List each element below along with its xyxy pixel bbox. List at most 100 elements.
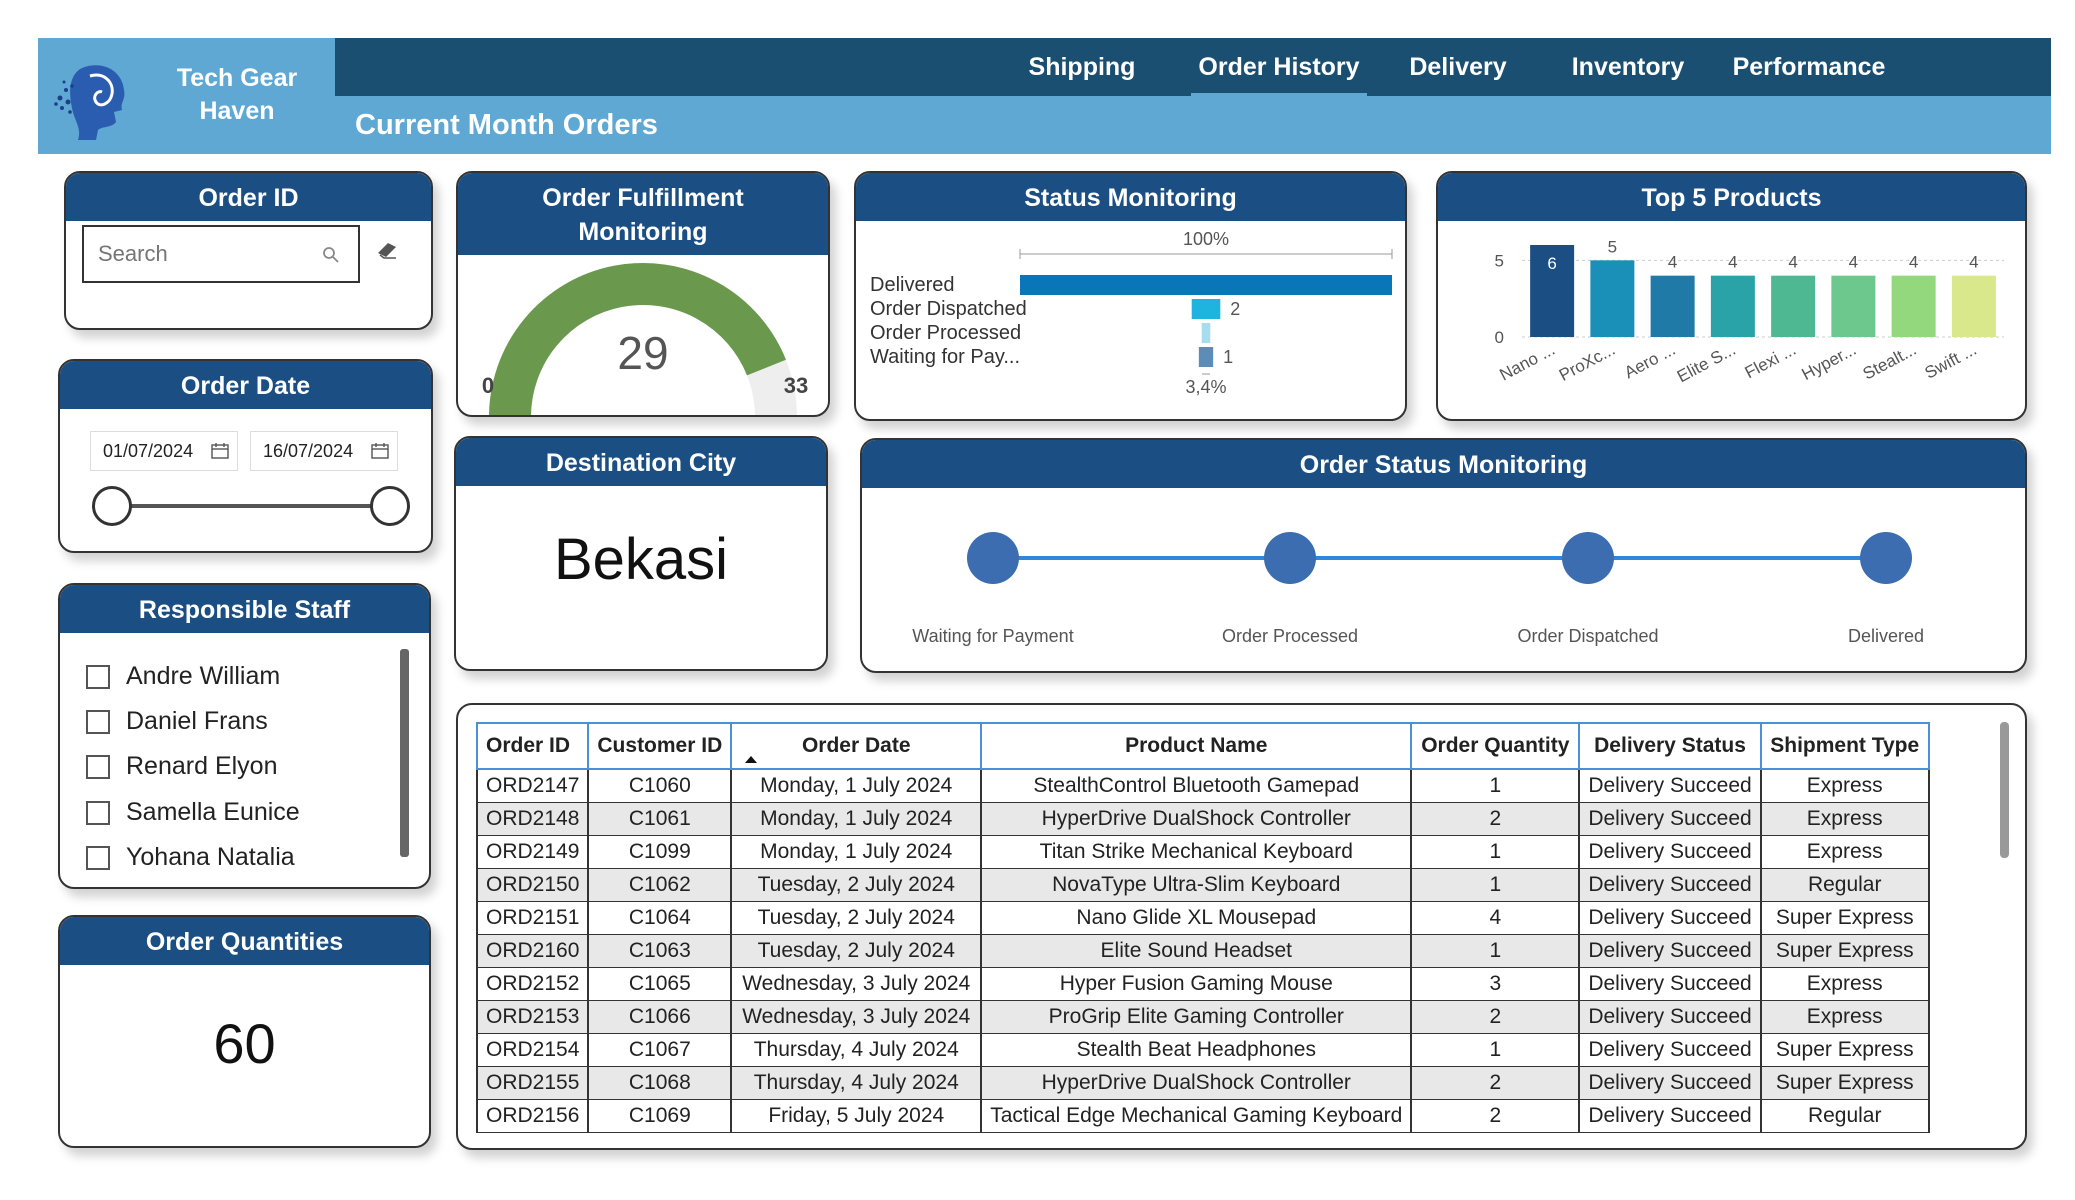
checkbox[interactable]: [86, 846, 110, 870]
cell-customer-id: C1068: [587, 1065, 733, 1100]
cell-delivery-status: Delivery Succeed: [1578, 801, 1762, 836]
step-label: Waiting for Payment: [912, 626, 1073, 646]
col-delivery-status[interactable]: Delivery Status: [1578, 722, 1762, 770]
col-customer-id[interactable]: Customer ID: [587, 722, 733, 770]
cell-order-id: ORD2155: [475, 1065, 590, 1100]
cell-customer-id: C1099: [587, 834, 733, 869]
logo-icon: [54, 65, 125, 140]
step-node: [1562, 532, 1614, 584]
table-row[interactable]: ORD2148 C1061 Monday, 1 July 2024 HyperDriv…: [475, 801, 1930, 836]
cell-customer-id: C1064: [587, 900, 733, 935]
table-row[interactable]: ORD2150 C1062 Tuesday, 2 July 2024 NovaType…: [475, 867, 1930, 902]
tab-performance[interactable]: Performance: [1711, 38, 1907, 96]
destination-card: Destination City Bekasi: [454, 436, 828, 671]
cell-product-name: Elite Sound Headset: [980, 933, 1413, 968]
tab-delivery[interactable]: Delivery: [1371, 38, 1545, 96]
brand-panel: Tech Gear Haven: [38, 38, 335, 154]
fulfillment-title-line1: Order Fulfillment: [542, 184, 744, 212]
fulfillment-title-line2: Monitoring: [578, 218, 708, 246]
calendar-icon[interactable]: [371, 443, 389, 459]
y-tick-label: 0: [1495, 328, 1504, 347]
page-title: Current Month Orders: [355, 109, 658, 141]
x-tick-label: Swift ...: [1922, 340, 1980, 383]
x-tick-label: Elite S...: [1674, 340, 1739, 386]
brand-name-line2: Haven: [199, 97, 275, 125]
cell-order-date: Friday, 5 July 2024: [730, 1098, 983, 1133]
step-label: Order Processed: [1222, 626, 1358, 646]
table-row[interactable]: ORD2154 C1067 Thursday, 4 July 2024 Stealth…: [475, 1032, 1930, 1067]
quantities-card: Order Quantities 60: [58, 915, 431, 1148]
col-order-id[interactable]: Order ID: [475, 722, 590, 770]
order-date-card: Order Date 01/07/2024 16/07/2024: [58, 359, 433, 553]
bar: [1771, 275, 1816, 337]
x-tick-label: Nano ...: [1497, 340, 1558, 385]
checkbox[interactable]: [86, 710, 110, 734]
step-label: Delivered: [1848, 626, 1924, 646]
table-scrollbar[interactable]: [2000, 722, 2009, 858]
status-monitoring-title: Status Monitoring: [856, 173, 1405, 221]
table-row[interactable]: ORD2153 C1066 Wednesday, 3 July 2024 ProGri…: [475, 999, 1930, 1034]
cell-delivery-status: Delivery Succeed: [1578, 867, 1762, 902]
end-date-input[interactable]: 16/07/2024: [250, 431, 398, 471]
cell-order-quantity: 1: [1410, 1032, 1581, 1067]
checkbox[interactable]: [86, 755, 110, 779]
table-row[interactable]: ORD2155 C1068 Thursday, 4 July 2024 HyperDr…: [475, 1065, 1930, 1100]
col-shipment-type[interactable]: Shipment Type: [1759, 722, 1930, 770]
cell-delivery-status: Delivery Succeed: [1578, 1032, 1762, 1067]
col-order-date[interactable]: Order Date: [730, 722, 983, 770]
cell-customer-id: C1062: [587, 867, 733, 902]
tab-shipping-details[interactable]: Shipping Details: [991, 38, 1173, 139]
table-row[interactable]: ORD2152 C1065 Wednesday, 3 July 2024 Hyper …: [475, 966, 1930, 1001]
cell-order-id: ORD2152: [475, 966, 590, 1001]
date-slider-start-handle[interactable]: [92, 486, 132, 526]
checkbox[interactable]: [86, 665, 110, 689]
funnel-value-label: 1: [1223, 347, 1233, 367]
funnel-bar: [1198, 347, 1214, 367]
cell-order-quantity: 1: [1410, 933, 1581, 968]
staff-scrollbar[interactable]: [400, 649, 409, 857]
table-row[interactable]: ORD2151 C1064 Tuesday, 2 July 2024 Nano Gli…: [475, 900, 1930, 935]
checkbox[interactable]: [86, 801, 110, 825]
fulfillment-card: Order Fulfillment Monitoring 29 0 33: [456, 171, 830, 417]
order-id-card: Order ID: [64, 171, 433, 330]
date-slider-track[interactable]: [112, 504, 390, 508]
gauge-value: 29: [617, 327, 668, 379]
step-node: [1860, 532, 1912, 584]
order-id-title: Order ID: [66, 173, 431, 221]
table-row[interactable]: ORD2156 C1069 Friday, 5 July 2024 Tactical …: [475, 1098, 1930, 1133]
sort-ascending-icon[interactable]: [744, 754, 758, 764]
cell-product-name: Nano Glide XL Mousepad: [980, 900, 1413, 935]
funnel-row-label: Waiting for Pay...: [870, 346, 1020, 368]
col-product-name[interactable]: Product Name: [980, 722, 1413, 770]
cell-order-quantity: 2: [1410, 801, 1581, 836]
table-row[interactable]: ORD2147 C1060 Monday, 1 July 2024 StealthCo…: [475, 768, 1930, 803]
start-date-input[interactable]: 01/07/2024: [90, 431, 238, 471]
cell-order-id: ORD2150: [475, 867, 590, 902]
col-order-quantity[interactable]: Order Quantity: [1410, 722, 1581, 770]
header: Tech Gear Haven Shipping Details Order H…: [38, 38, 2051, 154]
search-input[interactable]: [98, 239, 318, 269]
cell-shipment-type: Super Express: [1759, 900, 1930, 935]
order-date-title: Order Date: [60, 361, 431, 409]
search-icon[interactable]: [322, 246, 340, 264]
cell-customer-id: C1060: [587, 768, 733, 803]
eraser-icon[interactable]: [376, 241, 400, 259]
cell-product-name: Tactical Edge Mechanical Gaming Keyboard: [980, 1098, 1413, 1133]
cell-order-id: ORD2153: [475, 999, 590, 1034]
step-label: Order Dispatched: [1517, 626, 1658, 646]
cell-product-name: HyperDrive DualShock Controller: [980, 1065, 1413, 1100]
bar-value-label: 6: [1547, 254, 1556, 273]
table-row[interactable]: ORD2149 C1099 Monday, 1 July 2024 Titan Str…: [475, 834, 1930, 869]
table-row[interactable]: ORD2160 C1063 Tuesday, 2 July 2024 Elite So…: [475, 933, 1930, 968]
cell-delivery-status: Delivery Succeed: [1578, 768, 1762, 803]
tab-inventory[interactable]: Inventory: [1551, 38, 1705, 96]
calendar-icon[interactable]: [211, 443, 229, 459]
cell-shipment-type: Express: [1759, 999, 1930, 1034]
cell-shipment-type: Super Express: [1759, 1065, 1930, 1100]
cell-order-date: Thursday, 4 July 2024: [730, 1065, 983, 1100]
cell-customer-id: C1063: [587, 933, 733, 968]
bar-value-label: 4: [1788, 253, 1797, 272]
date-slider-end-handle[interactable]: [370, 486, 410, 526]
tab-order-history[interactable]: Order History: [1191, 38, 1367, 96]
cell-order-date: Monday, 1 July 2024: [730, 768, 983, 803]
